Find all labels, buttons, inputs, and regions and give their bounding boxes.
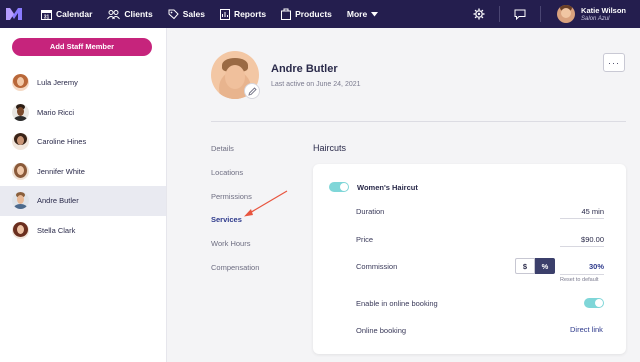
nav-calendar-label: Calendar xyxy=(56,9,93,19)
staff-item-caroline-hines[interactable]: Caroline Hines xyxy=(0,127,166,157)
subnav-details[interactable]: Details xyxy=(211,143,259,167)
settings-gear-icon[interactable] xyxy=(467,0,491,28)
reports-icon xyxy=(219,8,230,20)
staff-name: Lula Jeremy xyxy=(37,78,78,88)
staff-avatar xyxy=(12,221,29,239)
commission-field[interactable]: 30% xyxy=(560,262,604,271)
staff-avatar xyxy=(12,74,29,92)
staff-item-stella-clark[interactable]: Stella Clark xyxy=(0,216,166,246)
nav-sales[interactable]: Sales xyxy=(168,0,205,28)
commission-label: Commission xyxy=(356,262,398,271)
nav-products[interactable]: Products xyxy=(281,0,332,28)
commission-percent-button[interactable]: % xyxy=(535,258,555,274)
nav-clients-label: Clients xyxy=(124,9,153,19)
clients-icon xyxy=(107,9,121,19)
top-nav: 31 Calendar Clients Sales Reports Produc… xyxy=(0,0,640,28)
staff-name: Stella Clark xyxy=(37,225,76,235)
chevron-down-icon xyxy=(371,11,379,16)
user-name: Katie Wilson xyxy=(581,5,626,15)
pencil-icon xyxy=(247,86,257,96)
subnav-work-hours[interactable]: Work Hours xyxy=(211,238,259,262)
staff-name: Caroline Hines xyxy=(37,137,87,147)
reset-to-default-link[interactable]: Reset to default xyxy=(560,277,599,283)
staff-item-jennifer-white[interactable]: Jennifer White xyxy=(0,157,166,187)
service-enabled-toggle[interactable] xyxy=(329,182,349,192)
duration-label: Duration xyxy=(356,207,385,216)
svg-text:31: 31 xyxy=(44,14,50,20)
staff-item-andre-butler[interactable]: Andre Butler xyxy=(0,186,166,216)
user-avatar xyxy=(557,5,576,23)
staff-name: Jennifer White xyxy=(37,166,85,176)
price-field[interactable]: $90.00 xyxy=(560,235,604,244)
last-active-text: Last active on June 24, 2021 xyxy=(271,81,361,88)
header-divider xyxy=(211,121,626,122)
staff-item-lula-jeremy[interactable]: Lula Jeremy xyxy=(0,68,166,98)
nav-more-label: More xyxy=(346,9,368,19)
service-name: Women's Haircut xyxy=(357,183,418,192)
staff-avatar xyxy=(12,192,29,210)
staff-list: Lula Jeremy Mario Ricci Caroline Hines J… xyxy=(0,68,166,245)
online-booking-toggle[interactable] xyxy=(584,298,604,308)
profile-name: Andre Butler xyxy=(271,63,338,75)
subnav-compensation[interactable]: Compensation xyxy=(211,262,259,286)
direct-link[interactable]: Direct link xyxy=(570,325,603,334)
staff-avatar xyxy=(12,162,29,180)
price-underline xyxy=(560,246,604,247)
annotation-arrow-icon xyxy=(244,190,288,217)
price-label: Price xyxy=(356,235,374,244)
online-booking-enable-label: Enable in online booking xyxy=(356,299,438,308)
tag-icon xyxy=(168,9,179,19)
nav-divider xyxy=(540,6,542,22)
more-options-button[interactable]: ··· xyxy=(603,53,625,72)
products-icon xyxy=(281,8,292,20)
online-booking-label: Online booking xyxy=(356,326,407,335)
nav-clients[interactable]: Clients xyxy=(107,0,153,28)
user-menu[interactable]: Katie Wilson Salon Azul xyxy=(557,5,626,23)
duration-field[interactable]: 45 min xyxy=(560,207,604,216)
staff-avatar xyxy=(12,133,29,151)
staff-item-mario-ricci[interactable]: Mario Ricci xyxy=(0,98,166,128)
commission-dollar-button[interactable]: $ xyxy=(515,258,535,274)
nav-reports-label: Reports xyxy=(233,9,267,19)
duration-underline xyxy=(560,218,604,219)
section-title: Haircuts xyxy=(313,143,347,153)
nav-calendar[interactable]: 31 Calendar xyxy=(41,0,92,28)
staff-name: Mario Ricci xyxy=(37,107,75,117)
commission-underline xyxy=(560,274,604,275)
nav-divider xyxy=(499,6,501,22)
add-staff-member-button[interactable]: Add Staff Member xyxy=(12,38,152,56)
nav-products-label: Products xyxy=(295,9,332,19)
app-logo-icon[interactable] xyxy=(0,0,28,28)
calendar-icon: 31 xyxy=(41,9,52,20)
edit-avatar-button[interactable] xyxy=(244,83,260,99)
user-salon: Salon Azul xyxy=(581,15,610,22)
messages-icon[interactable] xyxy=(508,0,532,28)
nav-more[interactable]: More xyxy=(347,0,382,28)
staff-sidebar: Add Staff Member Lula Jeremy Mario Ricci… xyxy=(0,28,167,362)
nav-sales-label: Sales xyxy=(182,9,205,19)
staff-name: Andre Butler xyxy=(37,196,79,206)
staff-avatar xyxy=(12,103,29,121)
nav-reports[interactable]: Reports xyxy=(219,0,267,28)
